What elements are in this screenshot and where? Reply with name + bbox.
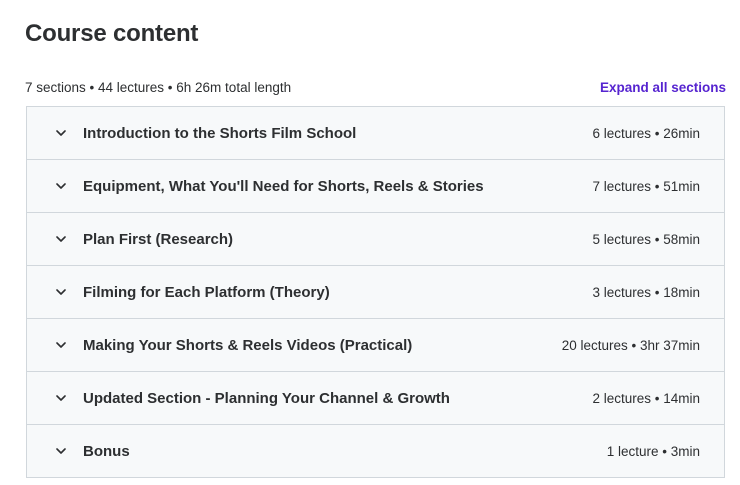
chevron-down-icon <box>55 127 67 139</box>
section-meta: 3 lectures • 18min <box>592 284 700 300</box>
chevron-down-icon <box>55 286 67 298</box>
section-meta: 5 lectures • 58min <box>592 231 700 247</box>
section-row[interactable]: Plan First (Research) 5 lectures • 58min <box>27 213 724 266</box>
section-title: Bonus <box>83 442 130 460</box>
course-sections-list: Introduction to the Shorts Film School 6… <box>26 106 725 478</box>
section-meta: 1 lecture • 3min <box>606 443 700 459</box>
section-title: Making Your Shorts & Reels Videos (Pract… <box>83 336 413 354</box>
course-summary-text: 7 sections • 44 lectures • 6h 26m total … <box>25 79 292 95</box>
section-row[interactable]: Filming for Each Platform (Theory) 3 lec… <box>27 266 724 319</box>
page-title: Course content <box>25 20 199 47</box>
section-title: Plan First (Research) <box>83 230 234 248</box>
course-summary-bar: 7 sections • 44 lectures • 6h 26m total … <box>25 78 726 96</box>
chevron-down-icon <box>55 445 67 457</box>
section-title: Filming for Each Platform (Theory) <box>83 283 330 301</box>
section-row[interactable]: Equipment, What You'll Need for Shorts, … <box>27 160 724 213</box>
section-title: Introduction to the Shorts Film School <box>83 124 357 142</box>
chevron-down-icon <box>55 339 67 351</box>
section-row[interactable]: Bonus 1 lecture • 3min <box>27 425 724 477</box>
section-meta: 6 lectures • 26min <box>592 125 700 141</box>
section-meta: 20 lectures • 3hr 37min <box>561 337 700 353</box>
section-meta: 2 lectures • 14min <box>592 390 700 406</box>
chevron-down-icon <box>55 180 67 192</box>
chevron-down-icon <box>55 233 67 245</box>
section-row[interactable]: Making Your Shorts & Reels Videos (Pract… <box>27 319 724 372</box>
section-row[interactable]: Updated Section - Planning Your Channel … <box>27 372 724 425</box>
section-title: Updated Section - Planning Your Channel … <box>83 389 450 407</box>
section-row[interactable]: Introduction to the Shorts Film School 6… <box>27 107 724 160</box>
chevron-down-icon <box>55 392 67 404</box>
expand-all-sections-button[interactable]: Expand all sections <box>600 80 726 95</box>
section-meta: 7 lectures • 51min <box>592 178 700 194</box>
section-title: Equipment, What You'll Need for Shorts, … <box>83 177 484 195</box>
